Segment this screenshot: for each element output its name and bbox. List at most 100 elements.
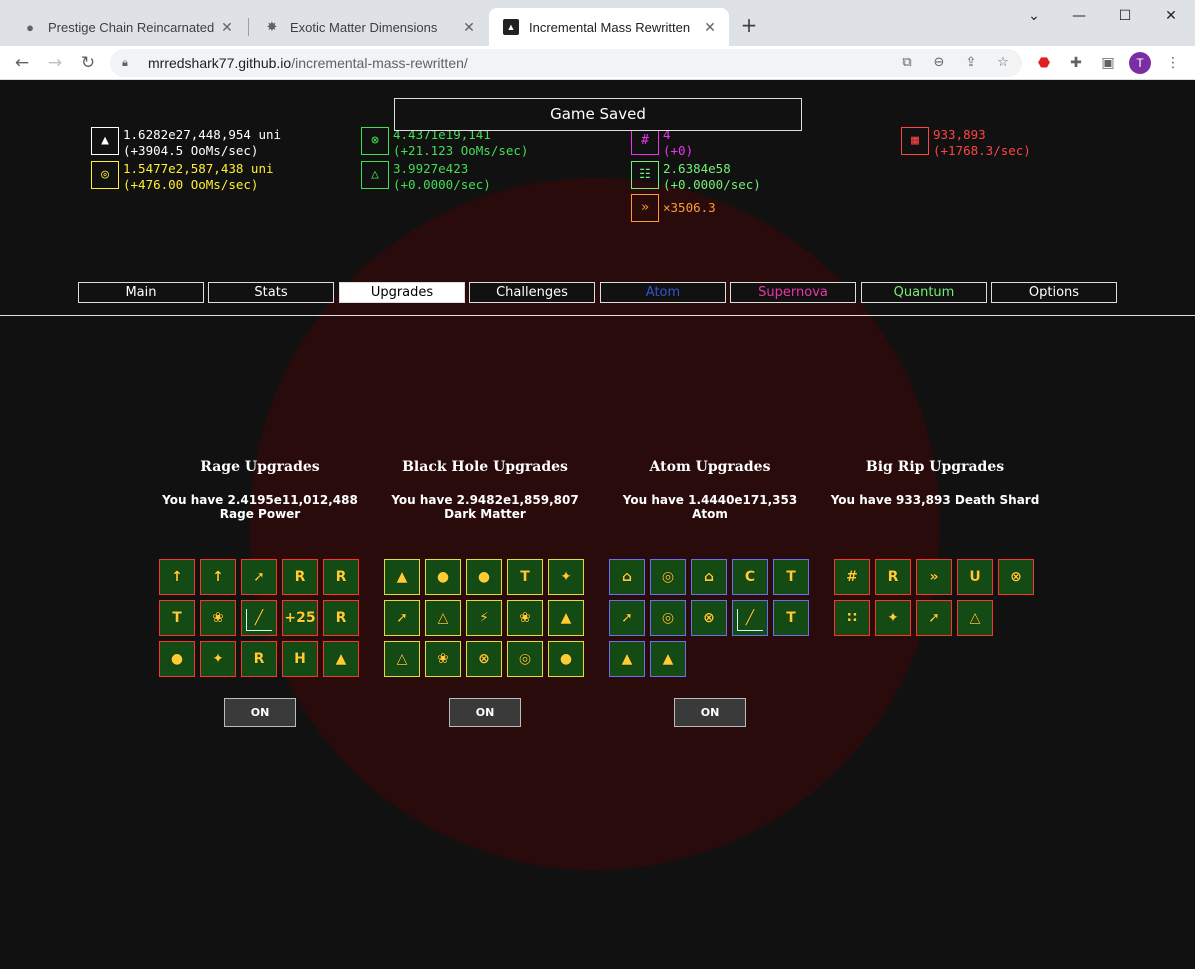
atom-upgrade-1[interactable]: ⌂ bbox=[609, 559, 645, 595]
black-hole-upgrade-12[interactable]: ❀ bbox=[425, 641, 461, 677]
maximize-icon[interactable]: ☐ bbox=[1110, 6, 1140, 26]
black-hole-upgrade-6[interactable]: ➚ bbox=[384, 600, 420, 636]
rage-upgrade-13[interactable]: R bbox=[241, 641, 277, 677]
black-hole-upgrade-13[interactable]: ⊗ bbox=[466, 641, 502, 677]
rage-upgrade-7[interactable]: ❀ bbox=[200, 600, 236, 636]
maze-icon: ▦ bbox=[901, 127, 929, 155]
tab-main[interactable]: Main bbox=[78, 282, 204, 303]
tab-options[interactable]: Options bbox=[991, 282, 1117, 303]
new-tab-button[interactable]: + bbox=[738, 15, 760, 37]
atom-auto-toggle-button[interactable]: ON bbox=[674, 698, 746, 727]
black-hole-upgrade-5[interactable]: ✦ bbox=[548, 559, 584, 595]
panel-currency: You have 2.9482e1,859,807 Dark Matter bbox=[391, 493, 579, 521]
atom-upgrade-6[interactable]: ➚ bbox=[609, 600, 645, 636]
resource-black-hole: ◎ 1.5477e2,587,438 uni (+476.00 OoMs/sec) bbox=[91, 161, 274, 193]
browser-tab-prestige-chain[interactable]: ● Prestige Chain Reincarnated ✕ bbox=[8, 8, 246, 46]
big-rip-upgrade-3[interactable]: » bbox=[916, 559, 952, 595]
black-hole-upgrade-3[interactable]: ● bbox=[466, 559, 502, 595]
minimize-icon[interactable]: — bbox=[1064, 6, 1094, 26]
big-rip-upgrade-4[interactable]: U bbox=[957, 559, 993, 595]
bookmark-star-icon[interactable]: ☆ bbox=[994, 54, 1012, 72]
rage-upgrade-5[interactable]: R bbox=[323, 559, 359, 595]
black-hole-upgrade-8[interactable]: ⚡ bbox=[466, 600, 502, 636]
atom-upgrade-10[interactable]: T bbox=[773, 600, 809, 636]
tab-atom[interactable]: Atom bbox=[600, 282, 726, 303]
big-rip-upgrade-5[interactable]: ⊗ bbox=[998, 559, 1034, 595]
extensions-puzzle-icon[interactable]: ✚ bbox=[1066, 53, 1086, 73]
big-rip-upgrade-8[interactable]: ➚ bbox=[916, 600, 952, 636]
atom-upgrade-7[interactable]: ◎ bbox=[650, 600, 686, 636]
ring-icon: ◎ bbox=[91, 161, 119, 189]
rage-upgrade-9[interactable]: +25 bbox=[282, 600, 318, 636]
back-icon[interactable]: ← bbox=[10, 51, 34, 75]
rage-upgrade-14[interactable]: H bbox=[282, 641, 318, 677]
big-rip-upgrade-1[interactable]: # bbox=[834, 559, 870, 595]
close-icon[interactable]: ✕ bbox=[460, 18, 478, 36]
browser-tab-exotic-matter[interactable]: ✸ Exotic Matter Dimensions ✕ bbox=[250, 8, 488, 46]
big-rip-upgrade-2[interactable]: R bbox=[875, 559, 911, 595]
forward-icon[interactable]: → bbox=[43, 51, 67, 75]
share-icon[interactable]: ⇪ bbox=[962, 54, 980, 72]
resource-value: 933,893 bbox=[933, 127, 986, 142]
window-close-icon[interactable]: ✕ bbox=[1156, 6, 1186, 26]
rage-upgrade-12[interactable]: ✦ bbox=[200, 641, 236, 677]
black-hole-upgrade-7[interactable]: △ bbox=[425, 600, 461, 636]
black-hole-upgrade-9[interactable]: ❀ bbox=[507, 600, 543, 636]
black-hole-upgrade-10[interactable]: ▲ bbox=[548, 600, 584, 636]
side-panel-icon[interactable]: ▣ bbox=[1098, 53, 1118, 73]
black-hole-upgrade-1[interactable]: ▲ bbox=[384, 559, 420, 595]
big-rip-upgrade-9[interactable]: △ bbox=[957, 600, 993, 636]
browser-tab-incremental-mass[interactable]: ▲ Incremental Mass Rewritten ✕ bbox=[489, 8, 729, 46]
rage-upgrade-11[interactable]: ● bbox=[159, 641, 195, 677]
profile-avatar[interactable]: T bbox=[1129, 52, 1151, 74]
atom-upgrade-12[interactable]: ▲ bbox=[650, 641, 686, 677]
translate-icon[interactable]: ⧉ bbox=[898, 54, 916, 72]
black-hole-upgrade-14[interactable]: ◎ bbox=[507, 641, 543, 677]
black-hole-auto-toggle-button[interactable]: ON bbox=[449, 698, 521, 727]
rage-upgrade-10[interactable]: R bbox=[323, 600, 359, 636]
tab-challenges[interactable]: Challenges bbox=[469, 282, 595, 303]
black-hole-upgrade-2[interactable]: ● bbox=[425, 559, 461, 595]
address-bar[interactable]: 🔒︎ mrredshark77.github.io/incremental-ma… bbox=[110, 49, 1022, 77]
atom-upgrade-11[interactable]: ▲ bbox=[609, 641, 645, 677]
close-icon[interactable]: ✕ bbox=[701, 18, 719, 36]
rage-auto-toggle-button[interactable]: ON bbox=[224, 698, 296, 727]
tab-supernova[interactable]: Supernova bbox=[730, 282, 856, 303]
zoom-icon[interactable]: ⊖ bbox=[930, 54, 948, 72]
adblock-extension-icon[interactable]: ⬣ bbox=[1034, 53, 1054, 73]
url-host: mrredshark77.github.io bbox=[148, 55, 292, 71]
reload-icon[interactable]: ↻ bbox=[76, 51, 100, 75]
rage-upgrade-6[interactable]: T bbox=[159, 600, 195, 636]
atom-upgrade-9[interactable]: ╱ bbox=[732, 600, 768, 636]
atom-upgrade-4[interactable]: C bbox=[732, 559, 768, 595]
big-rip-upgrade-6[interactable]: ∷ bbox=[834, 600, 870, 636]
tab-upgrades[interactable]: Upgrades bbox=[339, 282, 465, 303]
panel-currency: You have 933,893 Death Shard bbox=[830, 493, 1040, 507]
atom-upgrade-8[interactable]: ⊗ bbox=[691, 600, 727, 636]
big-rip-upgrade-7[interactable]: ✦ bbox=[875, 600, 911, 636]
black-hole-upgrade-15[interactable]: ● bbox=[548, 641, 584, 677]
atom-upgrade-3[interactable]: ⌂ bbox=[691, 559, 727, 595]
rage-upgrade-8[interactable]: ╱ bbox=[241, 600, 277, 636]
upgrade-symbol: ➚ bbox=[253, 569, 265, 585]
black-hole-upgrade-11[interactable]: △ bbox=[384, 641, 420, 677]
resource-value: 1.5477e2,587,438 uni bbox=[123, 161, 274, 176]
tab-search-icon[interactable]: ⌄ bbox=[1019, 6, 1049, 26]
atom-upgrade-2[interactable]: ◎ bbox=[650, 559, 686, 595]
black-hole-upgrade-4[interactable]: T bbox=[507, 559, 543, 595]
upgrade-symbol: R bbox=[253, 651, 265, 667]
tab-quantum[interactable]: Quantum bbox=[861, 282, 987, 303]
rage-upgrade-2[interactable]: ↑ bbox=[200, 559, 236, 595]
upgrade-symbol: ∷ bbox=[847, 610, 857, 626]
rage-upgrade-3[interactable]: ➚ bbox=[241, 559, 277, 595]
tab-stats[interactable]: Stats bbox=[208, 282, 334, 303]
rage-upgrade-1[interactable]: ↑ bbox=[159, 559, 195, 595]
rage-upgrade-4[interactable]: R bbox=[282, 559, 318, 595]
resource-rate: (+0.0000/sec) bbox=[393, 177, 491, 192]
resource-value: 3.9927e423 bbox=[393, 161, 469, 176]
rage-upgrade-15[interactable]: ▲ bbox=[323, 641, 359, 677]
close-icon[interactable]: ✕ bbox=[218, 18, 236, 36]
atom-upgrade-5[interactable]: T bbox=[773, 559, 809, 595]
upgrade-symbol: C bbox=[744, 569, 756, 585]
menu-kebab-icon[interactable]: ⋮ bbox=[1163, 53, 1183, 73]
